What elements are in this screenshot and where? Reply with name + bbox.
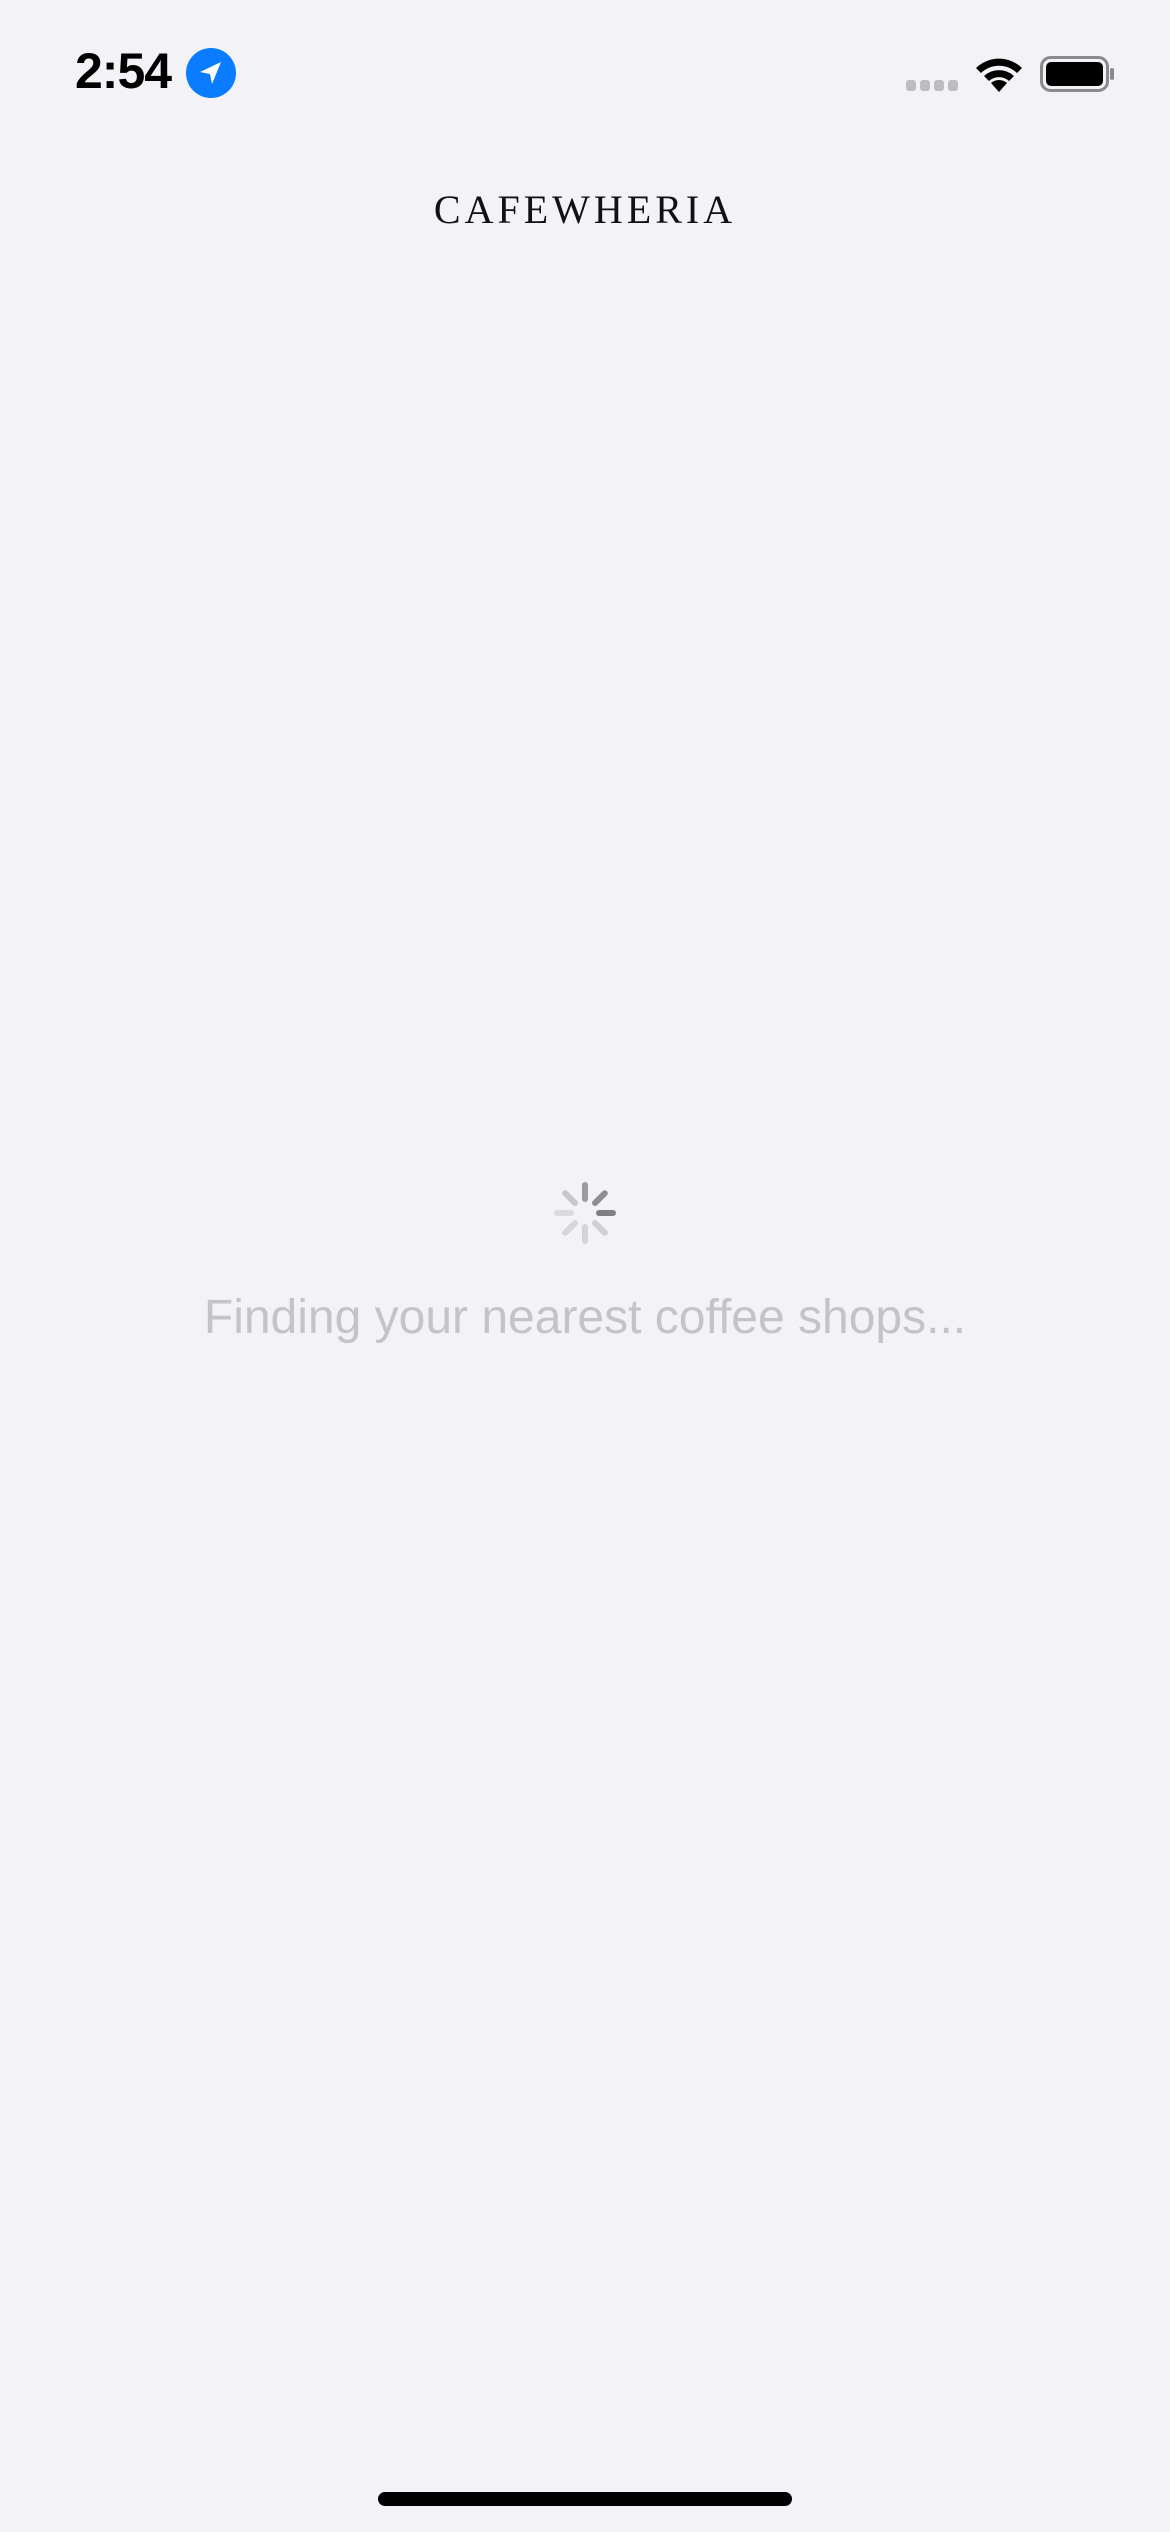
location-arrow-icon	[186, 48, 236, 98]
app-brand-title: CAFEWHERIA	[433, 187, 737, 232]
home-indicator[interactable]	[378, 2492, 792, 2506]
loading-message: Finding your nearest coffee shops...	[203, 1291, 967, 1344]
wifi-icon	[972, 52, 1026, 99]
cellular-signal-icon	[906, 80, 960, 94]
status-time: 2:54	[75, 43, 172, 99]
battery-icon	[1040, 56, 1116, 97]
activity-spinner-icon	[553, 1181, 617, 1245]
status-bar: 2:54	[0, 0, 1170, 150]
